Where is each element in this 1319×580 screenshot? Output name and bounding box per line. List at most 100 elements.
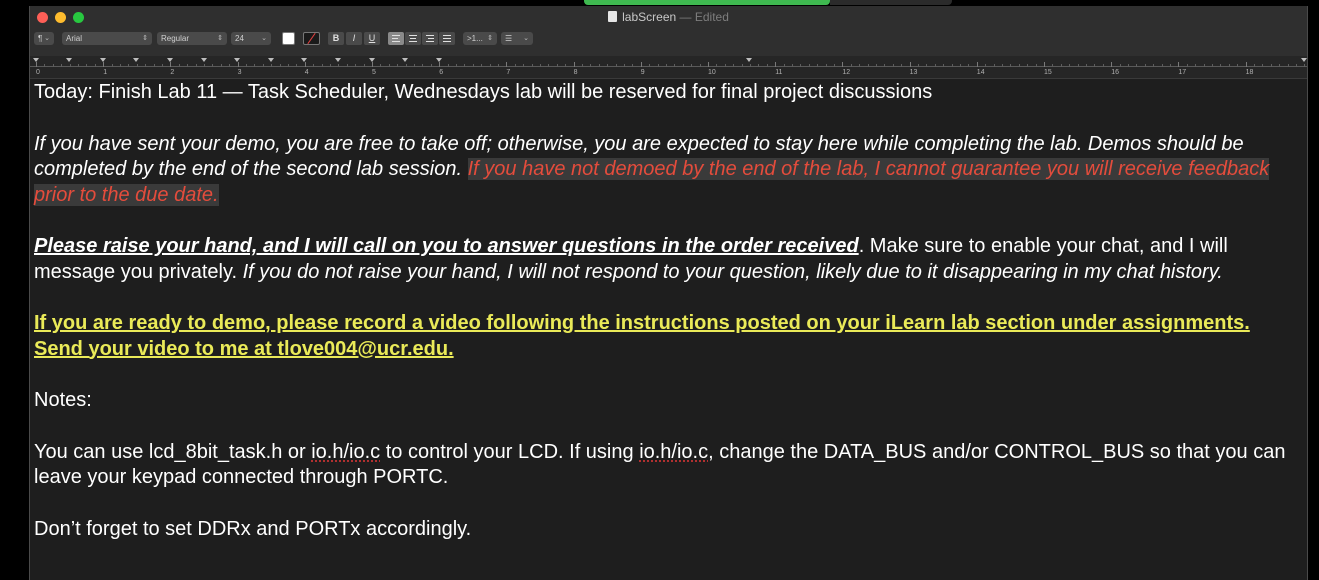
ruler-minor-tick [766,64,768,67]
ruler-number: 6 [439,69,444,76]
ruler-minor-tick [313,64,315,67]
tab-stop-marker[interactable] [402,58,408,62]
tab-stop-marker[interactable] [133,58,139,62]
bold-button[interactable]: B [328,32,344,45]
ruler-minor-tick [926,64,928,67]
ruler-minor-tick [1128,64,1129,67]
italic-button[interactable]: I [346,32,362,45]
text-color-well[interactable] [282,32,295,45]
ruler-number: 17 [1178,69,1187,76]
ruler-minor-tick [565,64,567,67]
ruler-minor-tick [1262,64,1264,67]
tab-stop-marker[interactable] [335,58,341,62]
ruler-minor-tick [355,64,357,67]
font-family-popup[interactable]: Arial ⇕ [62,32,152,45]
ruler-major-tick [439,62,441,67]
share-indicator [584,0,830,5]
tab-stop-marker[interactable] [1301,58,1307,62]
tab-stop-marker[interactable] [369,58,375,62]
paragraph-style-popup[interactable]: ¶ ⌄ [34,32,54,45]
tab-stop-marker[interactable] [301,58,307,62]
ruler-minor-tick [1296,64,1297,67]
ruler-number: 9 [640,69,645,76]
ruler-number: 10 [708,69,716,76]
font-size-field[interactable]: 24 ⌄ [231,32,271,45]
ruler-major-tick [506,62,508,67]
ruler-number: 16 [1111,69,1119,76]
tab-stop-marker[interactable] [33,58,39,62]
justify-button[interactable] [439,32,455,45]
ruler-minor-tick [414,64,415,67]
ruler-minor-tick [1237,64,1239,67]
ruler-minor-tick [86,64,88,67]
stepper-icon: ⇕ [217,35,223,42]
ruler-minor-tick [934,64,936,67]
ruler-minor-tick [993,64,995,67]
ruler-minor-tick [111,64,113,67]
title-bar[interactable]: labScreen — Edited [30,6,1307,28]
share-controls[interactable] [830,0,952,5]
tab-stop-marker[interactable] [234,58,240,62]
tab-stop-marker[interactable] [436,58,442,62]
ruler-minor-tick [724,64,726,67]
ruler-minor-tick [1161,64,1163,67]
ruler-number: 8 [573,69,578,76]
chevron-down-icon: ⌄ [523,35,529,42]
window-title-text: labScreen [622,10,677,24]
paragraph-style-label: ¶ [38,34,43,43]
spelling-flag: io.h/io.c [639,440,709,463]
ruler-minor-tick [1094,64,1096,67]
tab-stop-marker[interactable] [167,58,173,62]
ruler-minor-tick [1010,64,1012,67]
ruler-minor-tick [514,64,516,67]
ruler-minor-tick [204,64,205,67]
ruler[interactable]: 0 1 2 3 4 5 6 7 8 9 10 11 12 13 14 15 16 17 18 [30,56,1307,79]
ruler-minor-tick [128,64,130,67]
list-icon: ☰ [505,34,513,43]
ruler-minor-tick [523,64,525,67]
ruler-minor-tick [892,64,894,67]
align-center-button[interactable] [405,32,421,45]
document-text-area[interactable]: Today: Finish Lab 11 — Task Scheduler, W… [34,80,1301,568]
ruler-major-tick [909,62,911,67]
ruler-minor-tick [279,64,281,67]
font-style-popup[interactable]: Regular ⇕ [157,32,227,45]
list-style-popup[interactable]: ☰ ⌄ [501,32,533,45]
ruler-number: 2 [170,69,175,76]
ruler-minor-tick [44,64,46,67]
ruler-minor-tick [548,64,550,67]
tab-stop-marker[interactable] [746,58,752,62]
ruler-minor-tick [1270,64,1272,67]
line-spacing-popup[interactable]: >1... ⇕ [463,32,497,45]
format-toolbar: ¶ ⌄ Arial ⇕ Regular ⇕ 24 ⌄ B I U >1... ⇕ ☰ ⌄ [30,28,1307,57]
paragraph-demo-video: If you are ready to demo, please record … [34,311,1301,362]
ruler-minor-tick [699,64,701,67]
ruler-major-tick [976,62,978,67]
tab-stop-marker[interactable] [201,58,207,62]
ruler-major-tick [103,62,105,67]
tab-stop-marker[interactable] [66,58,72,62]
ruler-minor-tick [405,64,407,67]
ruler-minor-tick [1212,64,1213,67]
ruler-minor-tick [397,64,399,67]
ruler-minor-tick [825,64,827,67]
ruler-minor-tick [985,64,987,67]
tab-stop-marker[interactable] [100,58,106,62]
paragraph-raise-hand: Please raise your hand, and I will call … [34,234,1301,285]
ruler-minor-tick [288,64,289,67]
ruler-major-tick [1111,62,1113,67]
ruler-minor-tick [716,64,718,67]
ruler-minor-tick [817,64,819,67]
ruler-minor-tick [1153,64,1155,67]
tab-stop-marker[interactable] [268,58,274,62]
align-right-button[interactable] [422,32,438,45]
underline-button[interactable]: U [364,32,380,45]
ruler-minor-tick [1228,64,1230,67]
ruler-minor-tick [498,64,499,67]
ruler-number: 12 [842,69,851,76]
ruler-minor-tick [741,64,743,67]
align-left-button[interactable] [388,32,404,45]
ruler-minor-tick [447,64,449,67]
ruler-minor-tick [220,64,222,67]
background-color-well[interactable] [303,32,320,45]
